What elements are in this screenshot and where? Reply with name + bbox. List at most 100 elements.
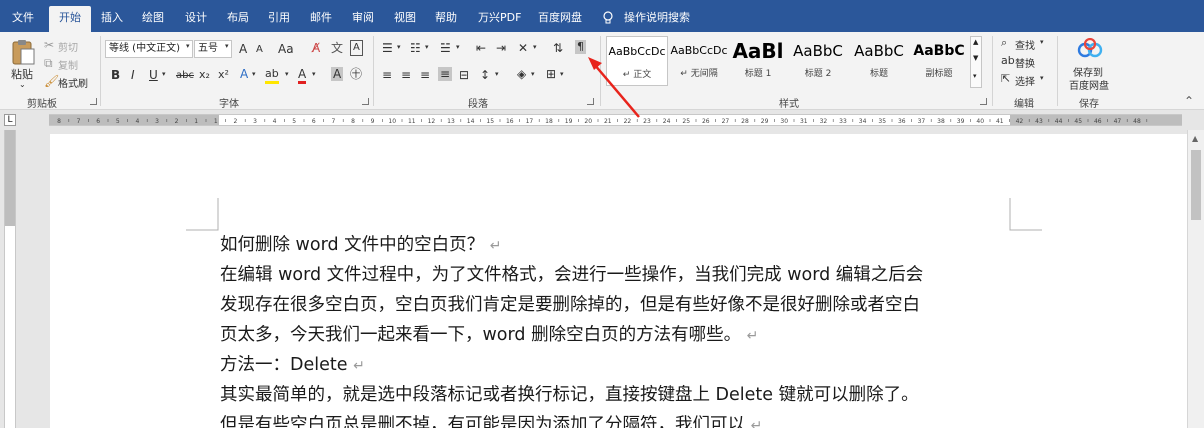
- tab-review[interactable]: 审阅: [352, 6, 374, 32]
- chevron-down-icon[interactable]: ▼: [973, 54, 978, 62]
- align-left-icon[interactable]: ≡: [382, 68, 392, 82]
- chevron-up-icon[interactable]: ▲: [973, 38, 978, 46]
- numbering-icon[interactable]: ☷: [410, 41, 421, 55]
- character-shading-icon[interactable]: A: [331, 67, 344, 81]
- tab-references[interactable]: 引用: [268, 6, 290, 32]
- styles-launcher-icon[interactable]: [980, 98, 987, 105]
- ruler-number: 34: [859, 118, 867, 125]
- style-normal[interactable]: AaBbCcDc ↵ 正文: [606, 36, 668, 86]
- tab-help[interactable]: 帮助: [435, 6, 457, 32]
- tab-home[interactable]: 开始: [49, 6, 91, 33]
- font-color-button[interactable]: A: [298, 67, 307, 84]
- decrease-indent-icon[interactable]: ⇤: [476, 41, 486, 55]
- tab-wondershare-pdf[interactable]: 万兴PDF: [478, 6, 521, 32]
- paragraph-mark: ↵: [489, 238, 502, 254]
- select-button[interactable]: 选择: [1015, 73, 1035, 88]
- vertical-scrollbar[interactable]: ▲: [1187, 130, 1204, 428]
- tab-mailings[interactable]: 邮件: [310, 6, 332, 32]
- font-color-dropdown-icon[interactable]: ▾: [312, 70, 316, 78]
- strikethrough-button[interactable]: abc: [176, 69, 194, 83]
- phonetic-guide-button[interactable]: 文: [331, 41, 343, 55]
- tab-draw[interactable]: 绘图: [142, 6, 164, 32]
- shrink-font-button[interactable]: A: [256, 43, 263, 57]
- numbering-dropdown-icon[interactable]: ▾: [425, 43, 429, 51]
- format-painter-button[interactable]: 格式刷: [58, 75, 88, 90]
- chinese-layout-icon[interactable]: ✕: [518, 41, 528, 55]
- shading-icon[interactable]: ◈: [517, 67, 526, 81]
- styles-gallery-scroll[interactable]: ▲ ▼ ▾: [970, 36, 982, 88]
- bold-button[interactable]: B: [111, 68, 120, 82]
- tab-selector-icon[interactable]: L: [4, 114, 16, 126]
- multilevel-dropdown-icon[interactable]: ▾: [456, 43, 460, 51]
- select-dropdown-icon[interactable]: ▾: [1040, 74, 1044, 82]
- bullets-icon[interactable]: ☰: [382, 41, 393, 55]
- paragraph-launcher-icon[interactable]: [587, 98, 594, 105]
- subscript-button[interactable]: x₂: [199, 68, 210, 82]
- text-effects-icon[interactable]: A: [240, 67, 248, 81]
- borders-dropdown-icon[interactable]: ▾: [560, 70, 564, 78]
- clipboard-launcher-icon[interactable]: [90, 98, 97, 105]
- line-spacing-dropdown-icon[interactable]: ▾: [495, 70, 499, 78]
- paste-dropdown-icon[interactable]: ⌄: [19, 80, 26, 89]
- font-name-dropdown-icon[interactable]: ▾: [186, 42, 190, 50]
- baidu-netdisk-label[interactable]: 百度网盘: [1069, 77, 1109, 92]
- find-button[interactable]: 查找: [1015, 37, 1035, 52]
- change-case-button[interactable]: Aa: [278, 42, 294, 56]
- distributed-icon[interactable]: ⊟: [459, 68, 469, 82]
- superscript-button[interactable]: x²: [218, 68, 229, 82]
- grow-font-button[interactable]: A: [239, 42, 247, 56]
- increase-indent-icon[interactable]: ⇥: [496, 41, 506, 55]
- highlight-dropdown-icon[interactable]: ▾: [285, 70, 289, 78]
- clear-formatting-icon[interactable]: A̸: [312, 41, 320, 55]
- character-border-icon[interactable]: A: [350, 40, 363, 56]
- underline-dropdown-icon[interactable]: ▾: [162, 70, 166, 78]
- tab-view[interactable]: 视图: [394, 6, 416, 32]
- tab-design[interactable]: 设计: [185, 6, 207, 32]
- justify-icon[interactable]: ≡: [438, 67, 453, 81]
- scroll-up-icon[interactable]: ▲: [1192, 134, 1198, 143]
- highlight-button[interactable]: ab: [265, 67, 279, 84]
- sort-icon[interactable]: ⇅: [553, 41, 563, 55]
- style-subtitle[interactable]: AaBbC 副标题: [910, 36, 968, 86]
- collapse-ribbon-icon[interactable]: ⌃: [1184, 94, 1194, 108]
- multilevel-list-icon[interactable]: ☱: [440, 41, 451, 55]
- borders-icon[interactable]: ⊞: [546, 67, 556, 81]
- line-spacing-icon[interactable]: ↕: [480, 68, 490, 82]
- style-no-spacing[interactable]: AaBbCcDc ↵ 无间隔: [670, 36, 728, 86]
- underline-button[interactable]: U: [149, 68, 158, 82]
- find-dropdown-icon[interactable]: ▾: [1040, 38, 1044, 46]
- font-launcher-icon[interactable]: [362, 98, 369, 105]
- scrollbar-thumb[interactable]: [1191, 150, 1201, 220]
- paragraph-mark: ↵: [750, 418, 763, 428]
- ruler-number: 4: [273, 118, 277, 125]
- horizontal-ruler[interactable]: 8 7 6 5 4 3 2 1 1 2 3 4 5 6 7 8 9 10 11 12 13 14 15 16 17 18 19 20 2…: [49, 114, 1182, 126]
- align-right-icon[interactable]: ≡: [420, 68, 430, 82]
- style-title[interactable]: AaBbC 标题: [850, 36, 908, 86]
- tab-file[interactable]: 文件: [12, 6, 34, 32]
- show-hide-marks-icon[interactable]: ¶: [575, 40, 586, 54]
- shading-dropdown-icon[interactable]: ▾: [531, 70, 535, 78]
- ruler-number: 10: [388, 118, 396, 125]
- vertical-ruler[interactable]: [4, 130, 16, 428]
- align-center-icon[interactable]: ≡: [401, 68, 411, 82]
- font-name-combo[interactable]: 等线 (中文正文): [105, 40, 193, 58]
- cut-button[interactable]: 剪切: [58, 39, 78, 54]
- replace-button[interactable]: 替换: [1015, 55, 1035, 70]
- tab-insert[interactable]: 插入: [101, 6, 123, 32]
- crop-mark: [1009, 198, 1042, 231]
- chinese-layout-dropdown-icon[interactable]: ▾: [533, 43, 537, 51]
- tab-layout[interactable]: 布局: [227, 6, 249, 32]
- document-page[interactable]: 如何删除 word 文件中的空白页？ ↵ 在编辑 word 文件过程中，为了文件…: [50, 134, 1191, 428]
- style-heading-2[interactable]: AaBbC 标题 2: [789, 36, 847, 86]
- bullets-dropdown-icon[interactable]: ▾: [397, 43, 401, 51]
- tell-me-search[interactable]: 操作说明搜索: [624, 6, 690, 32]
- ruler-number: 30: [780, 118, 788, 125]
- font-size-dropdown-icon[interactable]: ▾: [225, 42, 229, 50]
- italic-button[interactable]: I: [131, 68, 135, 82]
- enclose-characters-icon[interactable]: ㊉: [350, 67, 362, 81]
- style-heading-1[interactable]: AaBl 标题 1: [731, 36, 785, 86]
- tab-baidu-netdisk[interactable]: 百度网盘: [538, 6, 582, 32]
- more-styles-icon[interactable]: ▾: [973, 72, 977, 80]
- text-effects-dropdown-icon[interactable]: ▾: [252, 70, 256, 78]
- copy-button[interactable]: 复制: [58, 57, 78, 72]
